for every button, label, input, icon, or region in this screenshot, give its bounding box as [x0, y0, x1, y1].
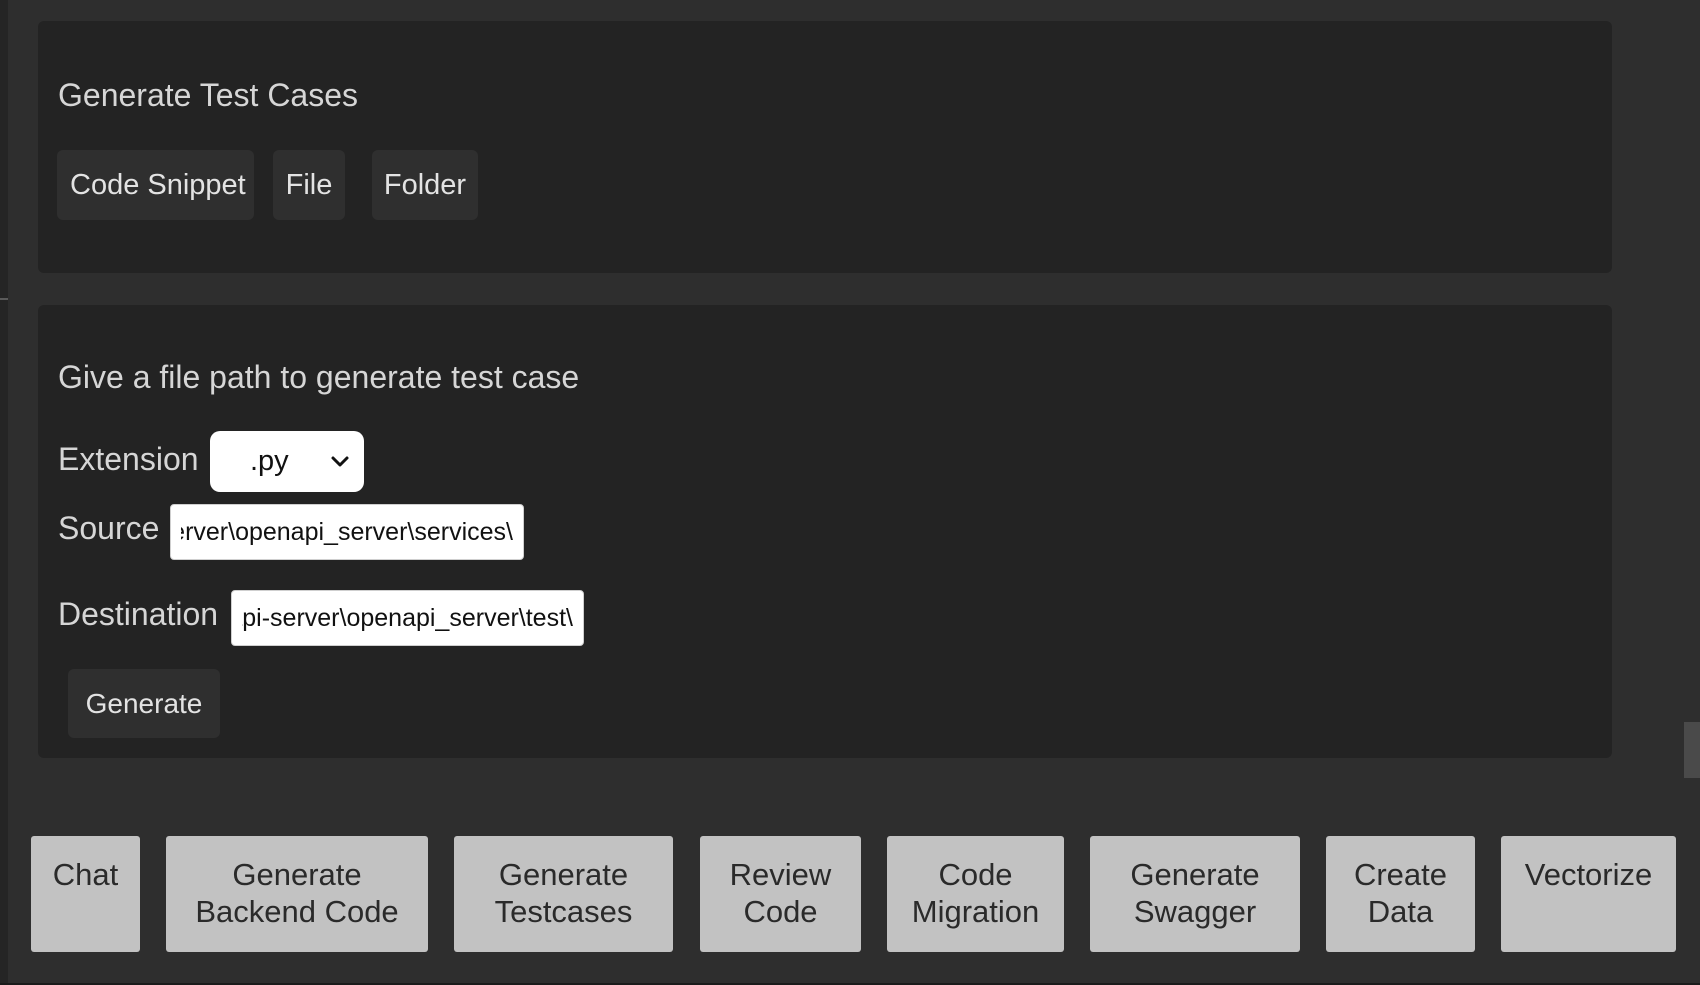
chevron-down-icon: [331, 456, 349, 467]
file-button[interactable]: File: [273, 150, 345, 220]
source-label: Source: [58, 510, 160, 546]
panel-title: Generate Test Cases: [58, 77, 359, 113]
nav-generate-backend-code-button[interactable]: Generate Backend Code: [166, 836, 428, 952]
bottom-nav: Chat Generate Backend Code Generate Testca…: [0, 820, 1700, 985]
app-window: Generate Test Cases Code Snippet File Fo…: [0, 0, 1700, 985]
source-input[interactable]: [170, 504, 524, 560]
extension-value: .py: [250, 445, 289, 477]
nav-generate-testcases-button[interactable]: Generate Testcases: [454, 836, 673, 952]
nav-code-migration-button[interactable]: Code Migration: [887, 836, 1064, 952]
destination-label: Destination: [58, 596, 219, 632]
destination-input[interactable]: [231, 590, 584, 646]
generate-button[interactable]: Generate: [68, 669, 220, 738]
left-edge-marker: [0, 298, 8, 300]
code-snippet-button[interactable]: Code Snippet: [57, 150, 254, 220]
nav-vectorize-button[interactable]: Vectorize: [1501, 836, 1676, 952]
nav-generate-swagger-button[interactable]: Generate Swagger: [1090, 836, 1300, 952]
generate-test-cases-panel: Generate Test Cases Code Snippet File Fo…: [38, 21, 1612, 273]
scrollbar-thumb[interactable]: [1684, 722, 1700, 778]
extension-select[interactable]: .py: [210, 431, 364, 492]
extension-label: Extension: [58, 441, 199, 477]
panel-title: Give a file path to generate test case: [58, 359, 580, 395]
file-path-panel: Give a file path to generate test case E…: [38, 305, 1612, 758]
nav-create-data-button[interactable]: Create Data: [1326, 836, 1475, 952]
nav-chat-button[interactable]: Chat: [31, 836, 140, 952]
nav-review-code-button[interactable]: Review Code: [700, 836, 861, 952]
folder-button[interactable]: Folder: [372, 150, 478, 220]
